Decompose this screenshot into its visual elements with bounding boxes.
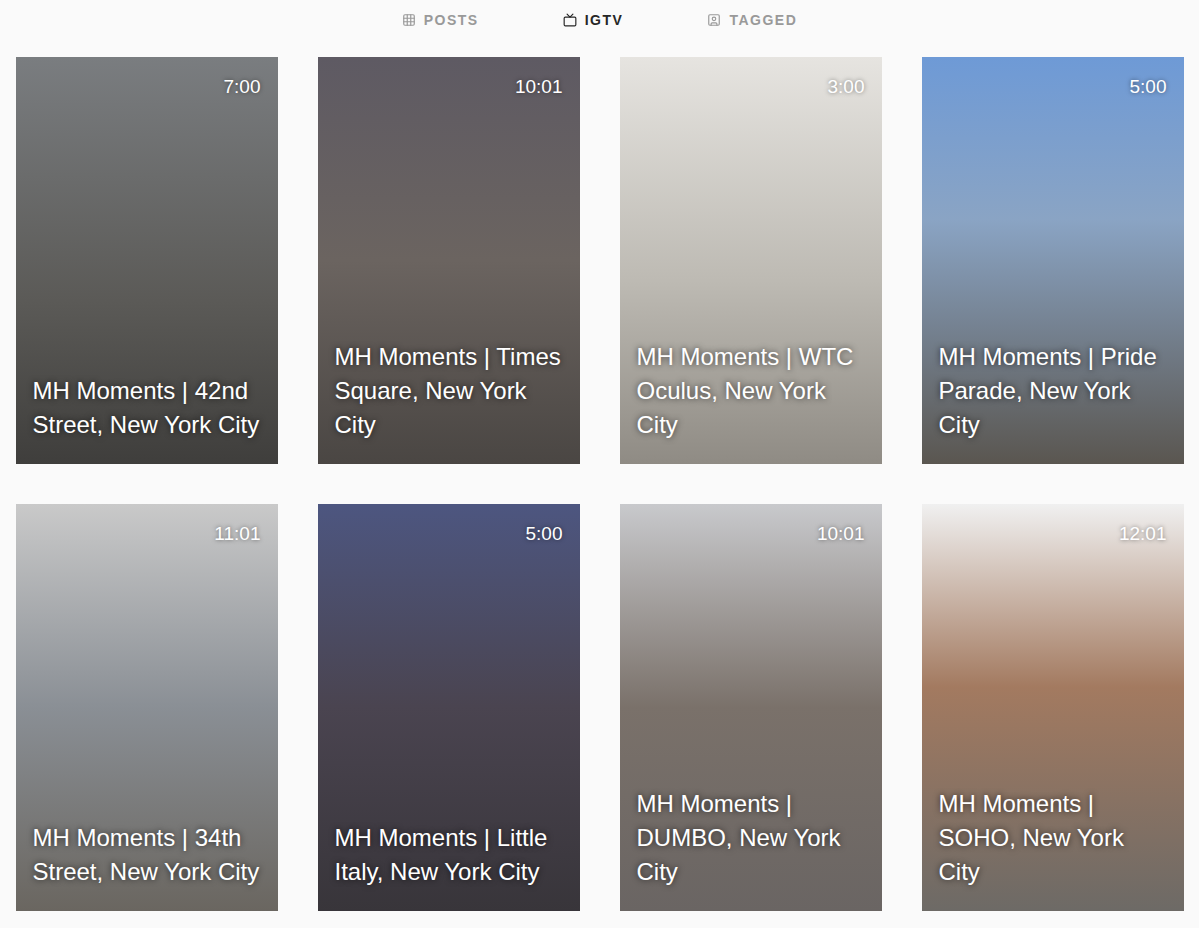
video-duration: 5:00 (1130, 76, 1167, 98)
video-card[interactable]: 7:00 MH Moments | 42nd Street, New York C… (16, 57, 278, 464)
video-card[interactable]: 10:01 MH Moments | DUMBO, New York City (620, 504, 882, 911)
video-card[interactable]: 10:01 MH Moments | Times Square, New York… (318, 57, 580, 464)
video-title: MH Moments | SOHO, New York City (922, 787, 1184, 911)
video-grid: 7:00 MH Moments | 42nd Street, New York C… (0, 40, 1199, 928)
video-duration: 10:01 (515, 76, 563, 98)
igtv-page: POSTS IGTV TAGGED 7:00 MH Moments | 42nd Str… (0, 0, 1199, 928)
profile-tab[interactable]: POSTS (402, 0, 479, 40)
video-card[interactable]: 5:00 MH Moments | Pride Parade, New York … (922, 57, 1184, 464)
video-duration: 3:00 (828, 76, 865, 98)
video-duration: 11:01 (214, 523, 260, 545)
tagged-user-icon (707, 13, 721, 27)
video-title: MH Moments | Pride Parade, New York City (922, 340, 1184, 464)
video-duration: 5:00 (526, 523, 563, 545)
video-title: MH Moments | WTC Oculus, New York City (620, 340, 882, 464)
profile-tabs: POSTS IGTV TAGGED (0, 0, 1199, 40)
video-duration: 12:01 (1119, 523, 1167, 545)
tab-label: IGTV (585, 12, 624, 28)
video-card[interactable]: 5:00 MH Moments | Little Italy, New York … (318, 504, 580, 911)
video-title: MH Moments | Little Italy, New York City (318, 821, 580, 911)
tab-label: TAGGED (729, 12, 797, 28)
video-card[interactable]: 12:01 MH Moments | SOHO, New York City (922, 504, 1184, 911)
video-title: MH Moments | 42nd Street, New York City (16, 374, 278, 464)
video-card[interactable]: 3:00 MH Moments | WTC Oculus, New York Ci… (620, 57, 882, 464)
video-title: MH Moments | 34th Street, New York City (16, 821, 278, 911)
video-title: MH Moments | DUMBO, New York City (620, 787, 882, 911)
video-card[interactable]: 11:01 MH Moments | 34th Street, New York … (16, 504, 278, 911)
grid-icon (402, 13, 416, 27)
video-duration: 7:00 (224, 76, 261, 98)
tab-label: POSTS (424, 12, 479, 28)
video-duration: 10:01 (817, 523, 865, 545)
profile-tab[interactable]: IGTV (563, 0, 624, 40)
tv-icon (563, 13, 577, 27)
video-title: MH Moments | Times Square, New York City (318, 340, 580, 464)
profile-tab[interactable]: TAGGED (707, 0, 797, 40)
